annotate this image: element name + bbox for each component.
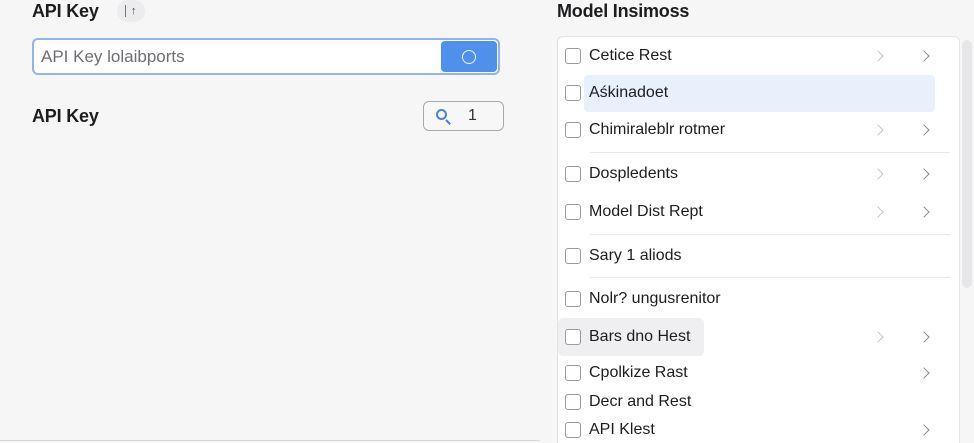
list-item[interactable]: Aśkinadoet <box>558 75 960 112</box>
list-item-label: Model Dist Rept <box>589 203 703 220</box>
list-item[interactable]: Model Dist Rept <box>558 196 960 228</box>
search-button[interactable] <box>441 41 497 72</box>
list-item[interactable]: Sary 1 aliods <box>558 240 960 272</box>
divider <box>590 277 950 278</box>
list-item-label: Decr and Rest <box>589 393 692 410</box>
panel-title: Model Insimoss <box>557 0 690 21</box>
chevron-right-icon[interactable] <box>918 206 930 218</box>
search-icon <box>436 108 451 125</box>
list-item-label: Sary 1 aliods <box>589 247 682 264</box>
chevron-right-icon <box>872 50 884 62</box>
divider <box>124 5 126 17</box>
chevron-right-icon <box>872 168 884 180</box>
checkbox[interactable] <box>565 48 581 64</box>
chevron-right-icon[interactable] <box>918 367 930 379</box>
stepper-value: 1 <box>468 107 477 124</box>
list-item[interactable]: Cetice Rest <box>558 40 960 72</box>
list-item[interactable]: Cpolkize Rast <box>558 357 960 389</box>
list-item-label: Aśkinadoet <box>589 84 669 101</box>
checkbox[interactable] <box>565 365 581 381</box>
list-item[interactable]: Dospledents <box>558 158 960 190</box>
search-input[interactable] <box>34 40 441 73</box>
list-item[interactable]: Bars dno Hest <box>558 318 960 356</box>
checkbox[interactable] <box>565 122 581 138</box>
left-header: API Key ↑ <box>32 0 145 22</box>
list-item[interactable]: Nolr? ungusrenitor <box>558 283 960 315</box>
quantity-stepper[interactable]: 1 <box>423 101 504 131</box>
list-item[interactable]: Chimiraleblr rotmer <box>558 114 960 146</box>
checkbox[interactable] <box>565 422 581 438</box>
list-item-label: Cetice Rest <box>589 47 672 64</box>
list-item[interactable]: API Klest <box>558 414 960 443</box>
divider <box>0 440 540 441</box>
scrollbar[interactable] <box>962 40 972 288</box>
circle-icon <box>462 49 476 64</box>
divider <box>590 234 950 235</box>
left-pane: API Key ↑ API Key 1 <box>0 0 540 443</box>
chevron-right-icon <box>872 331 884 343</box>
chevron-right-icon <box>872 206 884 218</box>
checkbox[interactable] <box>565 329 581 345</box>
checkbox[interactable] <box>565 85 581 101</box>
search-field <box>32 38 500 75</box>
sort-toggle-button[interactable]: ↑ <box>116 0 145 22</box>
arrow-up-icon: ↑ <box>130 5 137 17</box>
checkbox[interactable] <box>565 291 581 307</box>
checkbox[interactable] <box>565 394 581 410</box>
chevron-right-icon[interactable] <box>918 50 930 62</box>
page-title: API Key <box>32 0 99 21</box>
chevron-right-icon[interactable] <box>918 331 930 343</box>
chevron-right-icon[interactable] <box>918 124 930 136</box>
chevron-right-icon <box>872 124 884 136</box>
checkbox[interactable] <box>565 204 581 220</box>
divider <box>590 152 950 153</box>
list-item-label: Nolr? ungusrenitor <box>589 290 721 307</box>
list-item-label: Chimiraleblr rotmer <box>589 121 726 138</box>
checkbox[interactable] <box>565 248 581 264</box>
list-item-label: API Klest <box>589 421 655 438</box>
list-item-label: Cpolkize Rast <box>589 364 688 381</box>
list-item-label: Bars dno Hest <box>589 328 691 345</box>
model-list: Cetice Rest Aśkinadoet Chimiraleblr rotm… <box>557 36 960 443</box>
checkbox[interactable] <box>565 166 581 182</box>
chevron-right-icon[interactable] <box>918 424 930 436</box>
chevron-right-icon[interactable] <box>918 168 930 180</box>
section-label: API Key <box>32 106 99 126</box>
app-window: API Key ↑ API Key 1 Model Insimoss Cetic… <box>0 0 974 443</box>
list-item-label: Dospledents <box>589 165 678 182</box>
